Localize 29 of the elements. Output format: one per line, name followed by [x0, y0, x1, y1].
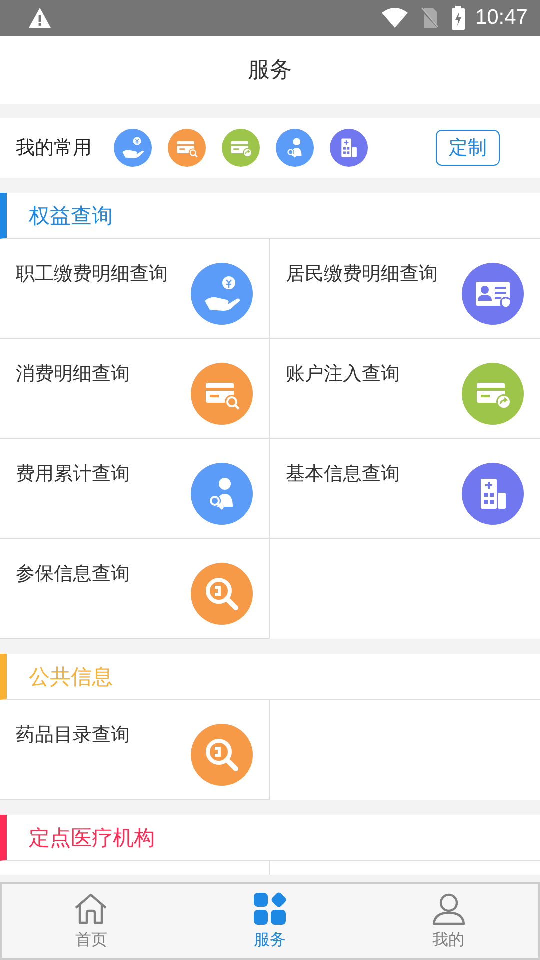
- service-label: 参保信息查询: [16, 562, 130, 587]
- service-label: 账户注入查询: [286, 362, 400, 387]
- favorites-label: 我的常用: [16, 136, 92, 161]
- page-title: 服务: [248, 57, 292, 85]
- customize-button[interactable]: 定制: [436, 130, 500, 166]
- section-title: 权益查询: [29, 202, 113, 230]
- wifi-icon: [382, 8, 408, 28]
- service-tile[interactable]: 职工缴费明细查询: [0, 239, 270, 339]
- no-sim-icon: [420, 7, 440, 29]
- section-title: 公共信息: [29, 664, 113, 690]
- service-label: 消费明细查询: [16, 362, 130, 387]
- person-icon: [432, 892, 466, 926]
- home-icon: [73, 892, 110, 926]
- tab[interactable]: 我的: [359, 884, 538, 958]
- service-tile[interactable]: 药品目录查询: [0, 700, 270, 800]
- tab[interactable]: 首页: [2, 884, 181, 958]
- warning-icon: [28, 7, 52, 29]
- grid-icon: [253, 892, 287, 926]
- service-label: 职工缴费明细查询: [16, 262, 168, 287]
- service-label: 居民缴费明细查询: [286, 262, 438, 287]
- service-label: 药品目录查询: [16, 723, 130, 748]
- service-tile[interactable]: 消费明细查询: [0, 339, 270, 439]
- service-tile[interactable]: 参保信息查询: [0, 539, 270, 639]
- section-title: 定点医疗机构: [29, 824, 155, 852]
- service-tile[interactable]: 费用累计查询: [0, 439, 270, 539]
- service-label: 费用累计查询: [16, 462, 130, 487]
- service-label: 基本信息查询: [286, 462, 400, 487]
- battery-icon: [452, 6, 466, 30]
- status-time: 10:47: [475, 6, 528, 30]
